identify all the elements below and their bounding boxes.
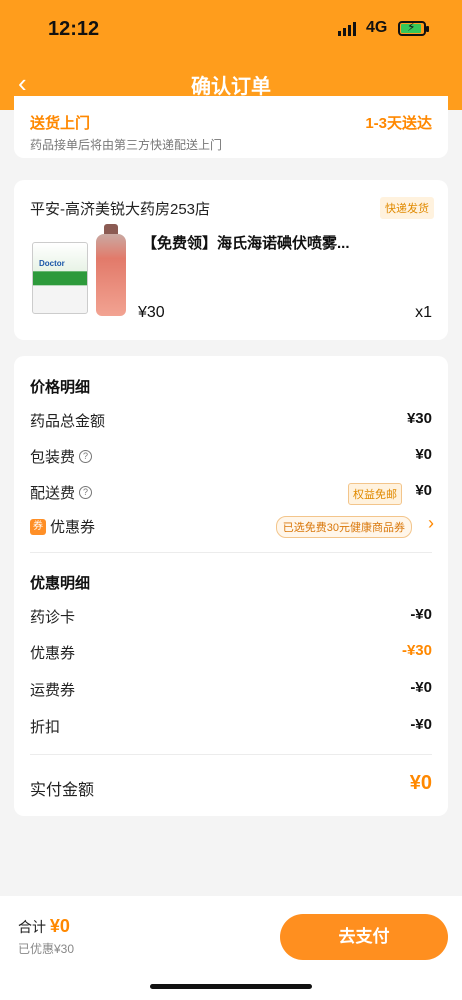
row-value-clinic-card: -¥0 — [410, 606, 432, 623]
delivery-card: 送货上门 1-3天送达 药品接单后将由第三方快递配送上门 — [14, 96, 448, 158]
row-shipping: 配送费 ? — [30, 482, 93, 503]
ointment-tube-image: Doctor — [32, 242, 88, 314]
product-name[interactable]: 【免费领】海氏海诺碘伏喷雾... — [142, 232, 432, 253]
chevron-right-icon[interactable]: › — [428, 513, 434, 534]
bottom-saved: 已优惠¥30 — [18, 942, 75, 956]
header: 12:12 4G ⚡ ‹ 确认订单 — [0, 0, 462, 110]
help-icon[interactable]: ? — [79, 486, 93, 499]
status-bar: 12:12 4G ⚡ — [0, 14, 462, 44]
store-name: 平安-高济美锐大药房253店 — [30, 201, 211, 218]
status-time: 12:12 — [48, 18, 100, 40]
discount-detail-title: 优惠明细 — [30, 575, 91, 592]
shipping-badge: 快递发货 — [380, 197, 434, 219]
row-label-discount: 折扣 — [30, 719, 61, 736]
bottom-total-value: ¥0 — [49, 916, 70, 936]
row-label-shipping: 配送费 — [30, 485, 76, 502]
coupon-icon: 券 — [30, 518, 46, 535]
actual-payment-value: ¥0 — [409, 772, 432, 794]
row-packaging: 包装费 ? — [30, 446, 93, 467]
row-value-shipping: ¥0 — [415, 482, 432, 499]
row-value-packaging: ¥0 — [415, 446, 432, 463]
bottom-bar: 合计 ¥0 已优惠¥30 去支付 — [0, 896, 462, 1000]
price-card: 价格明细 药品总金额 ¥30 包装费 ? ¥0 配送费 ? 权益免邮 ¥0 券 … — [14, 356, 448, 816]
row-label-coupon: 优惠券 — [50, 519, 96, 536]
product-price: ¥30 — [138, 304, 165, 321]
product-image[interactable]: Doctor — [30, 224, 130, 322]
store-card: 平安-高济美锐大药房253店 快递发货 Doctor 【免费领】海氏海诺碘伏喷雾… — [14, 180, 448, 340]
network-label: 4G — [366, 19, 388, 36]
row-label-packaging: 包装费 — [30, 449, 76, 466]
free-shipping-badge: 权益免邮 — [348, 483, 402, 505]
row-value-discount: -¥0 — [410, 716, 432, 733]
nav-bar: ‹ 确认订单 — [0, 64, 462, 100]
delivery-time: 1-3天送达 — [365, 115, 432, 132]
row-coupon[interactable]: 券 优惠券 — [30, 516, 95, 537]
row-label-freight-coupon: 运费券 — [30, 682, 76, 699]
battery-icon: ⚡ — [398, 20, 429, 36]
row-label-clinic-card: 药诊卡 — [30, 609, 76, 626]
pay-button[interactable]: 去支付 — [280, 914, 448, 960]
home-indicator[interactable] — [150, 984, 312, 989]
divider — [30, 552, 432, 553]
row-label-medicine-total: 药品总金额 — [30, 413, 106, 430]
page-title: 确认订单 — [191, 76, 271, 98]
bottom-total: 合计 ¥0 — [18, 916, 70, 937]
signal-icon — [338, 22, 356, 36]
delivery-method: 送货上门 — [30, 115, 91, 132]
delivery-note: 药品接单后将由第三方快递配送上门 — [30, 138, 223, 152]
actual-payment-label: 实付金额 — [30, 782, 95, 799]
row-label-coupon-discount: 优惠券 — [30, 645, 76, 662]
row-value-medicine-total: ¥30 — [406, 410, 432, 427]
row-value-coupon-discount: -¥30 — [401, 642, 432, 659]
product-quantity: x1 — [415, 304, 432, 321]
divider — [30, 754, 432, 755]
help-icon[interactable]: ? — [79, 450, 93, 463]
tube-brand: Doctor — [39, 259, 65, 268]
bottom-total-label: 合计 — [18, 919, 46, 935]
selected-coupon-chip[interactable]: 已选免费30元健康商品券 — [275, 516, 412, 538]
spray-bottle-image — [96, 234, 126, 316]
row-value-freight-coupon: -¥0 — [410, 679, 432, 696]
price-detail-title: 价格明细 — [30, 379, 91, 396]
